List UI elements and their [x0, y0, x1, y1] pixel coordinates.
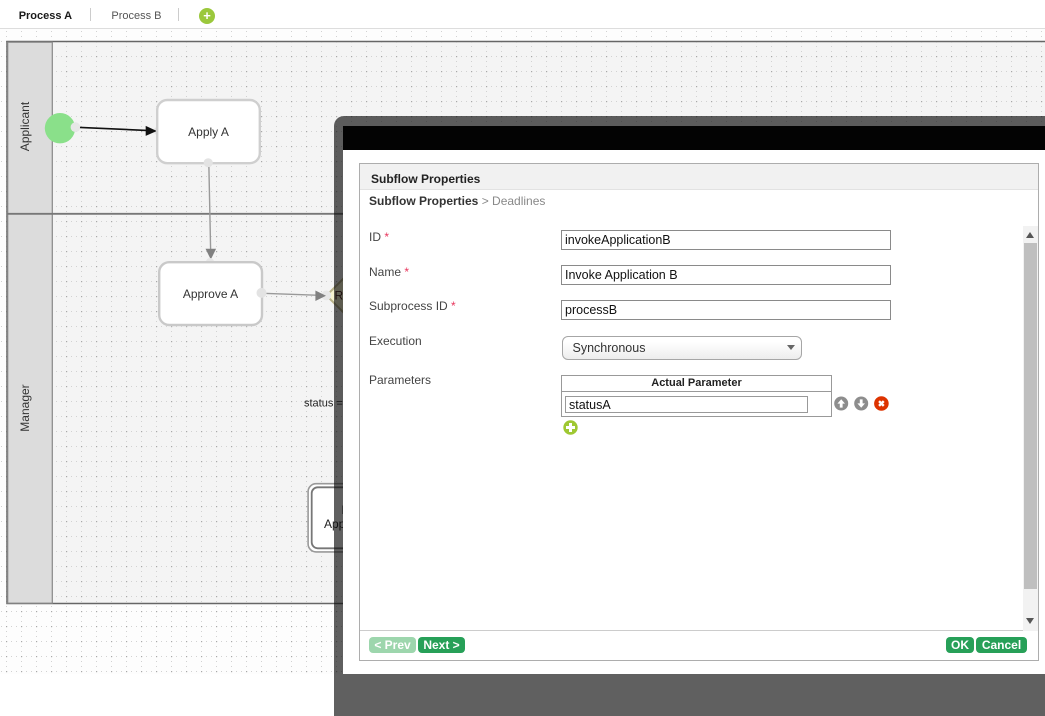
- svg-text:Approve A: Approve A: [183, 287, 238, 301]
- svg-text:Apply A: Apply A: [188, 125, 229, 139]
- svg-text:Manager: Manager: [18, 384, 32, 431]
- svg-text:Applicant: Applicant: [18, 101, 32, 151]
